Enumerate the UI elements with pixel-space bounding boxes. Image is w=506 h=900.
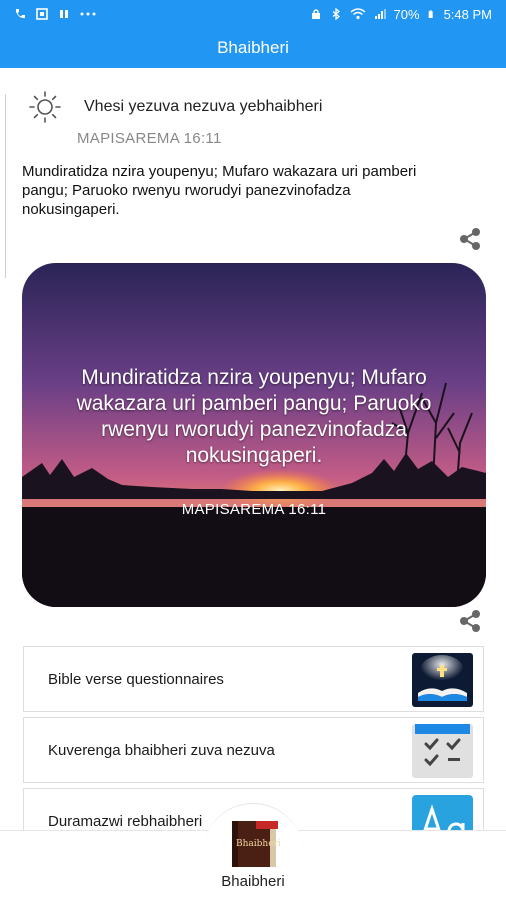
app-title: Bhaibheri — [217, 38, 289, 57]
main-content[interactable]: Vhesi yezuva nezuva yebhaibheri MAPISARE… — [0, 68, 506, 830]
verse-of-day-reference: MAPISAREMA 16:11 — [77, 130, 222, 147]
lock-icon — [311, 9, 320, 19]
image-icon — [36, 8, 48, 20]
list-item-bible-questionnaires[interactable]: Bible verse questionnaires — [23, 646, 484, 712]
checklist-calendar-icon — [412, 724, 473, 778]
sun-icon — [29, 91, 61, 123]
bluetooth-icon — [332, 8, 340, 20]
font-aa-icon — [412, 795, 473, 830]
app-bar: Bhaibheri — [0, 28, 506, 68]
signal-icon — [374, 9, 386, 19]
verse-of-day-header: Vhesi yezuva nezuva yebhaibheri — [28, 90, 322, 124]
list-item-label: Bible verse questionnaires — [48, 670, 224, 688]
verse-image-card[interactable]: Mundiratidza nzira youpenyu; Mufaro waka… — [22, 263, 486, 607]
pause-icon — [60, 10, 68, 18]
list-item-label: Duramazwi rebhaibheri — [48, 812, 203, 830]
open-bible-icon — [412, 653, 473, 707]
card-verse-reference: MAPISAREMA 16:11 — [181, 501, 327, 518]
status-left-icons — [14, 8, 96, 20]
status-right-icons: 70% 5:48 PM — [310, 7, 492, 22]
verse-of-day-text: Mundiratidza nzira youpenyu; Mufaro waka… — [22, 163, 417, 218]
more-icon — [80, 12, 96, 16]
bottom-nav: Bhaibheri Bhaibheri — [0, 803, 506, 900]
phone-icon — [16, 9, 25, 19]
share-icon[interactable] — [456, 226, 484, 252]
battery-percent: 70% — [393, 6, 420, 22]
battery-icon — [428, 10, 433, 18]
bible-book-icon-text: Bhaibheri — [236, 839, 281, 849]
list-item-daily-reading[interactable]: Kuverenga bhaibheri zuva nezuva — [23, 717, 484, 783]
wifi-icon — [350, 8, 366, 20]
share-icon[interactable] — [456, 608, 484, 634]
side-drawer-edge[interactable] — [0, 94, 6, 278]
clock: 5:48 PM — [443, 6, 492, 22]
card-verse-text: Mundiratidza nzira youpenyu; Mufaro waka… — [76, 366, 432, 467]
bottom-nav-label[interactable]: Bhaibheri — [0, 873, 506, 890]
bible-book-icon[interactable]: Bhaibheri — [226, 817, 282, 871]
list-item-label: Kuverenga bhaibheri zuva nezuva — [48, 741, 275, 759]
verse-of-day-title: Vhesi yezuva nezuva yebhaibheri — [84, 98, 323, 115]
status-bar: 70% 5:48 PM — [0, 0, 506, 28]
